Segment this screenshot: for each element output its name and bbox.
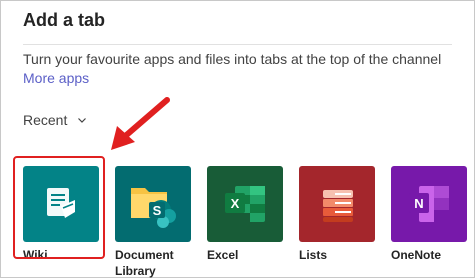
document-library-icon: S: [131, 188, 176, 228]
onenote-label: OneNote: [391, 248, 442, 262]
onenote-app-tile[interactable]: N: [391, 166, 467, 242]
svg-text:S: S: [153, 203, 162, 218]
svg-text:N: N: [414, 196, 423, 211]
wiki-highlight-box: [13, 156, 105, 259]
dialog-description: Turn your favourite apps and files into …: [23, 51, 442, 67]
onenote-icon: N: [409, 186, 449, 222]
recent-label: Recent: [23, 112, 68, 128]
lists-label: Lists: [299, 248, 328, 262]
add-tab-dialog: Add a tab Turn your favourite apps and f…: [0, 0, 475, 278]
lists-app-tile[interactable]: [299, 166, 375, 242]
excel-label: Excel: [207, 248, 239, 262]
svg-text:X: X: [231, 196, 240, 211]
divider: [23, 44, 452, 45]
more-apps-link[interactable]: More apps: [23, 70, 89, 86]
recent-dropdown[interactable]: Recent: [23, 112, 87, 128]
lists-icon: [323, 190, 353, 222]
chevron-down-icon: [78, 118, 87, 123]
dialog-title: Add a tab: [23, 10, 106, 30]
red-arrow-annotation: [111, 97, 170, 150]
document-library-label: Document Library: [115, 248, 174, 278]
document-library-app-tile[interactable]: S: [115, 166, 191, 242]
excel-app-tile[interactable]: X: [207, 166, 283, 242]
excel-icon: X: [225, 186, 265, 222]
